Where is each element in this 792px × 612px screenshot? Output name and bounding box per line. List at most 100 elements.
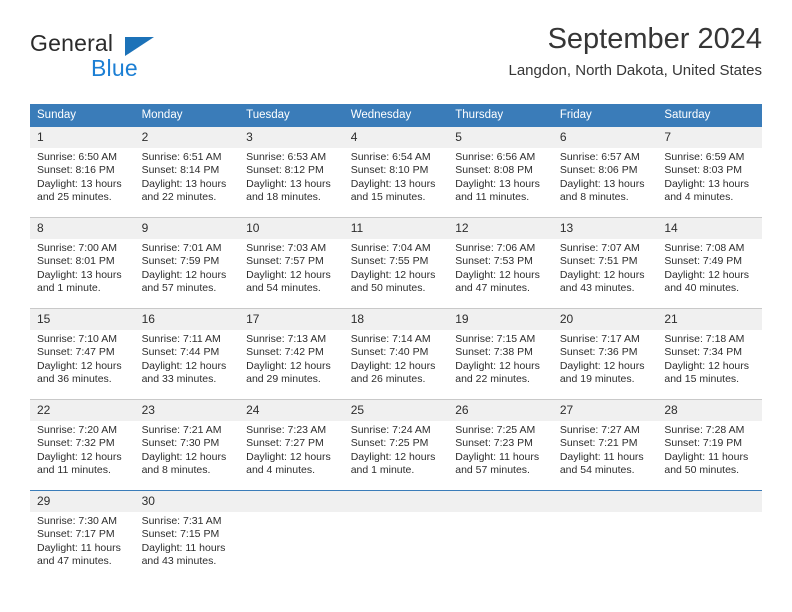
day-number: 14 (657, 218, 762, 239)
day-cell-content: 26 Sunrise: 7:25 AM Sunset: 7:23 PM Dayligh… (448, 400, 553, 490)
day-cell-content: 2 Sunrise: 6:51 AM Sunset: 8:14 PM Daylight… (134, 127, 240, 217)
calendar-day-cell[interactable]: 11 Sunrise: 7:04 AM Sunset: 7:55 PM Dayligh… (343, 217, 449, 309)
calendar-day-cell[interactable]: 5 Sunrise: 6:56 AM Sunset: 8:08 PM Daylight… (448, 127, 553, 218)
sunrise-time: Sunrise: 7:14 AM (350, 333, 431, 345)
calendar-day-cell[interactable]: 13 Sunrise: 7:07 AM Sunset: 7:51 PM Dayligh… (552, 217, 658, 309)
sunrise-time: Sunrise: 7:01 AM (141, 242, 222, 254)
daylight-duration-line2: and 8 minutes. (141, 463, 211, 476)
day-sun-info: Sunrise: 7:24 AM Sunset: 7:25 PM Daylight:… (344, 421, 449, 477)
calendar-day-cell[interactable]: 23 Sunrise: 7:21 AM Sunset: 7:30 PM Dayligh… (134, 399, 240, 491)
sunset-time: Sunset: 7:38 PM (455, 346, 533, 359)
calendar-week-row: 22 Sunrise: 7:20 AM Sunset: 7:32 PM Dayligh… (30, 399, 762, 491)
day-cell-content: 16 Sunrise: 7:11 AM Sunset: 7:44 PM Dayligh… (134, 309, 240, 399)
calendar-day-cell[interactable]: 26 Sunrise: 7:25 AM Sunset: 7:23 PM Dayligh… (448, 399, 553, 491)
calendar-day-cell[interactable]: 14 Sunrise: 7:08 AM Sunset: 7:49 PM Dayligh… (657, 217, 762, 309)
day-cell-content: 23 Sunrise: 7:21 AM Sunset: 7:30 PM Dayligh… (134, 400, 240, 490)
day-sun-info: Sunrise: 7:13 AM Sunset: 7:42 PM Daylight:… (239, 330, 344, 386)
day-sun-info: Sunrise: 7:10 AM Sunset: 7:47 PM Daylight:… (30, 330, 135, 386)
weekday-header-monday: Monday (134, 104, 240, 127)
calendar-day-cell[interactable]: 15 Sunrise: 7:10 AM Sunset: 7:47 PM Dayligh… (30, 308, 135, 400)
day-number (552, 491, 658, 512)
day-cell-content: 27 Sunrise: 7:27 AM Sunset: 7:21 PM Dayligh… (552, 400, 658, 490)
day-sun-info: Sunrise: 7:25 AM Sunset: 7:23 PM Daylight:… (448, 421, 553, 477)
day-cell-content (343, 491, 449, 581)
day-number: 3 (239, 127, 344, 148)
calendar-day-cell[interactable]: 6 Sunrise: 6:57 AM Sunset: 8:06 PM Daylight… (552, 127, 658, 218)
calendar-day-cell[interactable]: 20 Sunrise: 7:17 AM Sunset: 7:36 PM Dayligh… (552, 308, 658, 400)
calendar-day-cell[interactable]: 12 Sunrise: 7:06 AM Sunset: 7:53 PM Dayligh… (448, 217, 553, 309)
day-sun-info: Sunrise: 7:08 AM Sunset: 7:49 PM Daylight:… (657, 239, 762, 295)
weekday-header-row: Sunday Monday Tuesday Wednesday Thursday… (30, 104, 762, 127)
sunrise-time: Sunrise: 6:51 AM (141, 151, 222, 163)
daylight-duration-line1: Daylight: 13 hours (455, 177, 540, 190)
day-sun-info: Sunrise: 7:15 AM Sunset: 7:38 PM Daylight:… (448, 330, 553, 386)
sunset-time: Sunset: 8:01 PM (37, 255, 115, 268)
calendar-day-cell[interactable]: 27 Sunrise: 7:27 AM Sunset: 7:21 PM Dayligh… (552, 399, 658, 491)
day-number: 13 (552, 218, 658, 239)
calendar-day-cell[interactable]: 1 Sunrise: 6:50 AM Sunset: 8:16 PM Daylight… (30, 127, 135, 218)
calendar-day-cell[interactable]: 19 Sunrise: 7:15 AM Sunset: 7:38 PM Dayligh… (448, 308, 553, 400)
sunrise-time: Sunrise: 7:27 AM (559, 424, 640, 436)
calendar-day-cell[interactable]: 17 Sunrise: 7:13 AM Sunset: 7:42 PM Dayligh… (239, 308, 344, 400)
sunrise-time: Sunrise: 7:24 AM (350, 424, 431, 436)
daylight-duration-line2: and 8 minutes. (559, 190, 629, 203)
sunset-time: Sunset: 7:51 PM (559, 255, 638, 268)
daylight-duration-line2: and 25 minutes. (37, 190, 112, 203)
calendar-day-cell[interactable]: 3 Sunrise: 6:53 AM Sunset: 8:12 PM Daylight… (239, 127, 344, 218)
day-cell-content: 18 Sunrise: 7:14 AM Sunset: 7:40 PM Dayligh… (343, 309, 449, 399)
sunrise-time: Sunrise: 7:28 AM (664, 424, 745, 436)
calendar-day-cell[interactable]: 25 Sunrise: 7:24 AM Sunset: 7:25 PM Dayligh… (343, 399, 449, 491)
calendar-day-cell[interactable]: 29 Sunrise: 7:30 AM Sunset: 7:17 PM Dayligh… (30, 490, 135, 581)
calendar-grid: Sunday Monday Tuesday Wednesday Thursday… (30, 104, 762, 581)
calendar-day-cell[interactable]: 24 Sunrise: 7:23 AM Sunset: 7:27 PM Dayligh… (239, 399, 344, 491)
day-cell-content: 25 Sunrise: 7:24 AM Sunset: 7:25 PM Dayligh… (343, 400, 449, 490)
day-cell-content: 15 Sunrise: 7:10 AM Sunset: 7:47 PM Dayligh… (30, 309, 135, 399)
sunrise-time: Sunrise: 6:54 AM (350, 151, 431, 163)
calendar-day-cell[interactable]: 28 Sunrise: 7:28 AM Sunset: 7:19 PM Dayligh… (657, 399, 762, 491)
sunset-time: Sunset: 7:27 PM (246, 437, 324, 450)
calendar-day-cell[interactable]: 16 Sunrise: 7:11 AM Sunset: 7:44 PM Dayligh… (134, 308, 240, 400)
day-cell-content: 6 Sunrise: 6:57 AM Sunset: 8:06 PM Daylight… (552, 127, 658, 217)
sunrise-time: Sunrise: 7:25 AM (455, 424, 536, 436)
calendar-day-cell[interactable]: 21 Sunrise: 7:18 AM Sunset: 7:34 PM Dayligh… (657, 308, 762, 400)
calendar-day-cell[interactable]: 9 Sunrise: 7:01 AM Sunset: 7:59 PM Daylight… (134, 217, 240, 309)
calendar-day-cell[interactable]: 30 Sunrise: 7:31 AM Sunset: 7:15 PM Dayligh… (134, 490, 240, 581)
day-number (239, 491, 344, 512)
calendar-day-cell[interactable]: 2 Sunrise: 6:51 AM Sunset: 8:14 PM Daylight… (134, 127, 240, 218)
day-cell-content: 4 Sunrise: 6:54 AM Sunset: 8:10 PM Daylight… (343, 127, 449, 217)
sunrise-time: Sunrise: 6:56 AM (455, 151, 536, 163)
day-number (657, 491, 762, 512)
calendar-day-cell[interactable]: 18 Sunrise: 7:14 AM Sunset: 7:40 PM Dayligh… (343, 308, 449, 400)
sunrise-time: Sunrise: 7:06 AM (455, 242, 536, 254)
day-cell-content: 1 Sunrise: 6:50 AM Sunset: 8:16 PM Daylight… (30, 127, 135, 217)
daylight-duration-line2: and 11 minutes. (455, 190, 530, 203)
daylight-duration-line1: Daylight: 12 hours (455, 268, 540, 281)
logo-text-blue: Blue (91, 55, 138, 81)
day-number: 18 (343, 309, 449, 330)
daylight-duration-line1: Daylight: 11 hours (141, 541, 226, 554)
calendar-day-cell[interactable]: 8 Sunrise: 7:00 AM Sunset: 8:01 PM Daylight… (30, 217, 135, 309)
day-sun-info: Sunrise: 7:23 AM Sunset: 7:27 PM Daylight:… (239, 421, 344, 477)
day-sun-info: Sunrise: 6:53 AM Sunset: 8:12 PM Daylight:… (239, 148, 344, 204)
day-cell-content: 19 Sunrise: 7:15 AM Sunset: 7:38 PM Dayligh… (448, 309, 553, 399)
calendar-day-cell[interactable]: 4 Sunrise: 6:54 AM Sunset: 8:10 PM Daylight… (343, 127, 449, 218)
daylight-duration-line1: Daylight: 12 hours (559, 359, 645, 372)
sunrise-time: Sunrise: 7:18 AM (664, 333, 745, 345)
calendar-day-cell[interactable]: 10 Sunrise: 7:03 AM Sunset: 7:57 PM Dayligh… (239, 217, 344, 309)
calendar-empty-cell (448, 490, 553, 581)
daylight-duration-line2: and 22 minutes. (141, 190, 217, 203)
calendar-day-cell[interactable]: 7 Sunrise: 6:59 AM Sunset: 8:03 PM Daylight… (657, 127, 762, 218)
daylight-duration-line1: Daylight: 11 hours (455, 450, 540, 463)
day-sun-info: Sunrise: 7:07 AM Sunset: 7:51 PM Daylight:… (553, 239, 658, 295)
daylight-duration-line1: Daylight: 11 hours (559, 450, 644, 463)
sunset-time: Sunset: 7:15 PM (141, 528, 220, 541)
daylight-duration-line2: and 1 minute. (37, 281, 101, 294)
day-sun-info: Sunrise: 7:21 AM Sunset: 7:30 PM Daylight:… (135, 421, 240, 477)
day-cell-content: 21 Sunrise: 7:18 AM Sunset: 7:34 PM Dayligh… (657, 309, 762, 399)
calendar-day-cell[interactable]: 22 Sunrise: 7:20 AM Sunset: 7:32 PM Dayligh… (30, 399, 135, 491)
day-number: 29 (30, 491, 135, 512)
day-number: 7 (657, 127, 762, 148)
calendar-week-row: 1 Sunrise: 6:50 AM Sunset: 8:16 PM Daylight… (30, 127, 762, 218)
location-subtitle: Langdon, North Dakota, United States (508, 62, 763, 79)
day-sun-info: Sunrise: 7:20 AM Sunset: 7:32 PM Daylight:… (30, 421, 135, 477)
